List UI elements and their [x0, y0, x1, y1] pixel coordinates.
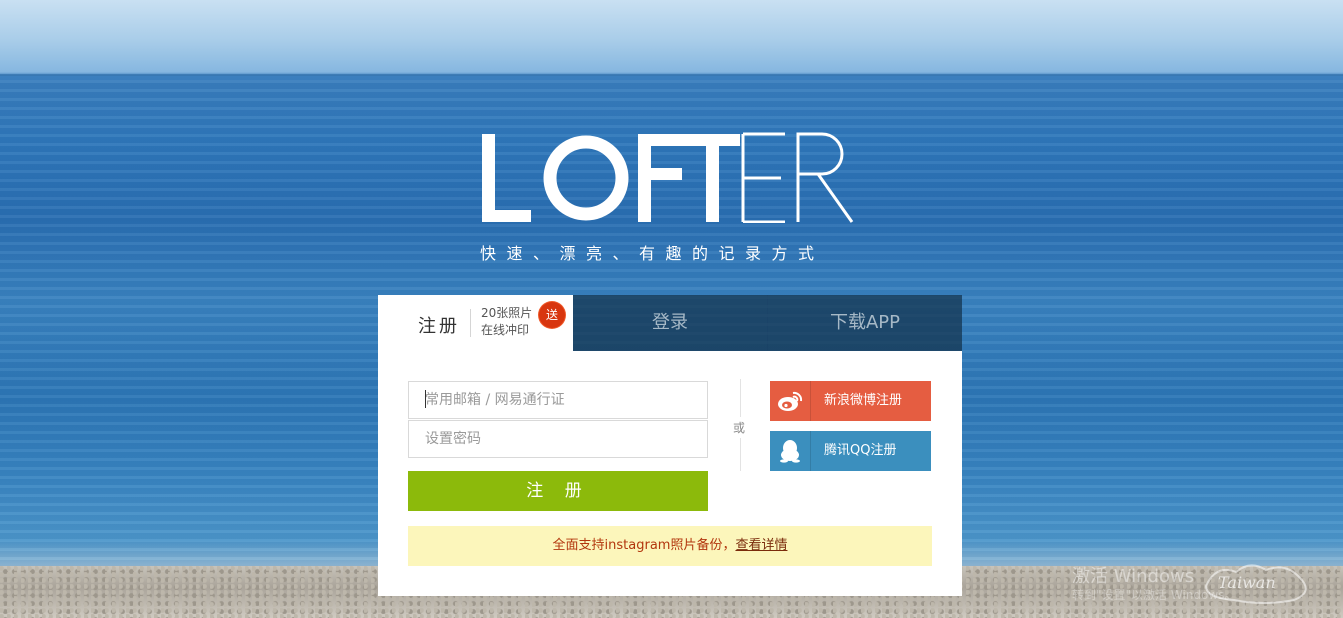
- tagline: 快速、漂亮、有趣的记录方式: [480, 244, 825, 263]
- qq-penguin-icon: [770, 431, 810, 471]
- tab-download-app[interactable]: 下载APP: [768, 295, 962, 351]
- register-form: 注 册 或 新浪微博注册: [378, 351, 962, 596]
- notice-details-link[interactable]: 查看详情: [735, 538, 787, 553]
- taiwan-logo-text: Taiwan: [1218, 573, 1276, 592]
- register-panel: 注册 20张照片 在线冲印 送 登录 下载APP 注 册 或: [378, 295, 962, 596]
- horizon-line: [0, 74, 1343, 76]
- background-scene: 快速、漂亮、有趣的记录方式 注册 20张照片 在线冲印 送 登录 下载APP 注…: [0, 0, 1343, 618]
- lofter-logo: [478, 128, 868, 228]
- taiwan-logo: Taiwan: [1198, 556, 1316, 604]
- email-input[interactable]: [408, 381, 708, 419]
- weibo-register-label: 新浪微博注册: [824, 393, 903, 408]
- text-caret: [425, 390, 426, 408]
- instagram-notice: 全面支持instagram照片备份，查看详情: [408, 526, 932, 566]
- tab-register[interactable]: 注册 20张照片 在线冲印 送: [378, 295, 573, 351]
- tab-login[interactable]: 登录: [573, 295, 767, 351]
- tab-register-label: 注册: [418, 316, 460, 337]
- promo-line-1: 20张照片: [481, 306, 533, 320]
- weibo-icon: [770, 381, 810, 421]
- tab-divider: [470, 309, 471, 337]
- promo-line-2: 在线冲印: [481, 323, 530, 337]
- gift-badge-icon: 送: [541, 304, 563, 326]
- qq-icon-separator: [810, 431, 811, 471]
- weibo-icon-separator: [810, 381, 811, 421]
- password-input[interactable]: [408, 420, 708, 458]
- tab-bar: 注册 20张照片 在线冲印 送 登录 下载APP: [378, 295, 962, 351]
- weibo-register-button[interactable]: 新浪微博注册: [770, 381, 931, 421]
- or-label: 或: [733, 417, 746, 438]
- qq-register-button[interactable]: 腾讯QQ注册: [770, 431, 931, 471]
- windows-activation-text: 激活 Windows: [1072, 566, 1195, 587]
- register-button[interactable]: 注 册: [408, 471, 708, 511]
- notice-text: 全面支持instagram照片备份，: [552, 538, 736, 553]
- promo-text: 20张照片 在线冲印: [481, 305, 532, 339]
- qq-register-label: 腾讯QQ注册: [824, 443, 897, 458]
